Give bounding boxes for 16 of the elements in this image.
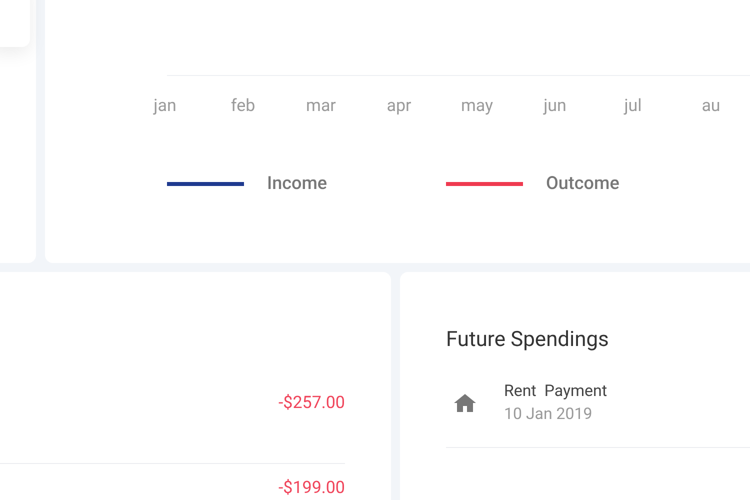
house-icon [452,391,478,415]
legend-label: Outcome [546,172,620,196]
month-label: may [460,95,494,118]
month-label: apr [386,95,412,118]
month-label: jun [544,95,566,118]
spending-name: Rent Payment [504,380,608,402]
month-label: mar [306,95,336,118]
month-label: au [702,95,720,118]
card-title: Future Spendings [446,327,610,354]
spending-date: 10 Jan 2019 [504,403,594,425]
month-label: feb [230,95,256,118]
month-label: jan [154,95,176,118]
month-label: jul [624,95,642,118]
legend-label: Income [267,172,328,196]
amount: -$257.00 [278,392,345,415]
amount: -$199.00 [278,477,345,500]
